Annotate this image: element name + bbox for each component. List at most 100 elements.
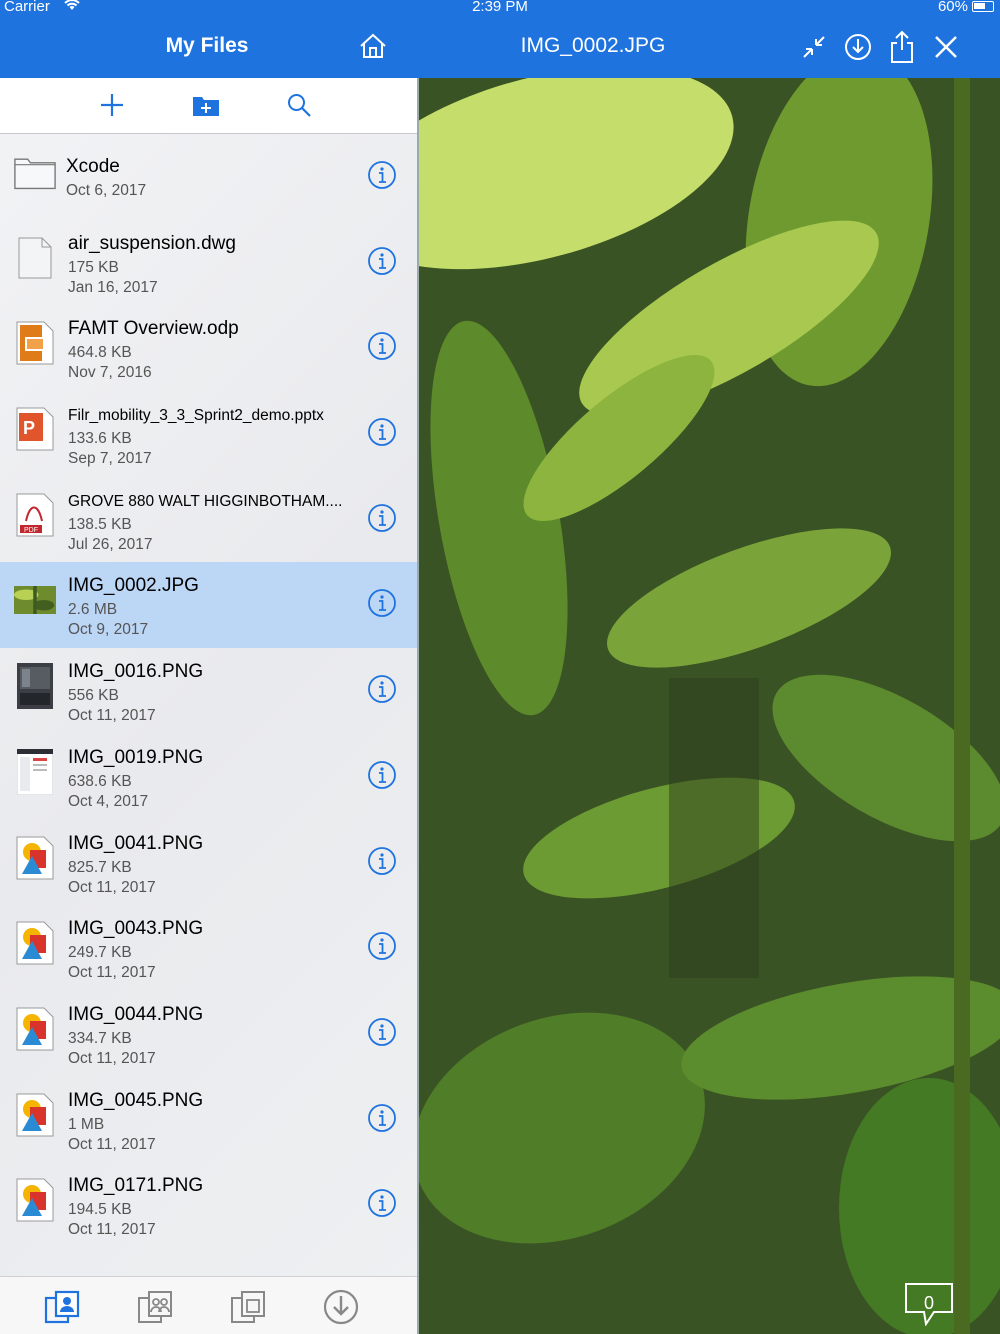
info-button[interactable] <box>367 1103 397 1133</box>
file-row[interactable]: FAMT Overview.odp 464.8 KB Nov 7, 2016 <box>0 305 417 391</box>
battery-icon <box>972 1 994 12</box>
image-file-icon <box>14 1091 56 1139</box>
file-name: IMG_0043.PNG <box>68 918 204 940</box>
file-size: 825.7 KB <box>68 858 132 876</box>
new-folder-icon <box>193 97 219 116</box>
info-icon <box>368 503 396 532</box>
file-meta: 2.6 MB Oct 9, 2017 <box>68 600 148 640</box>
file-browser-panel: Xcode Oct 6, 2017 air_suspension.dwg 175 KB… <box>0 78 417 1334</box>
svg-text:PDF: PDF <box>24 527 38 534</box>
share-button[interactable] <box>888 30 916 64</box>
info-button[interactable] <box>367 417 397 447</box>
file-row[interactable]: IMG_0044.PNG 334.7 KB Oct 11, 2017 <box>0 991 417 1077</box>
file-date: Oct 11, 2017 <box>68 878 156 896</box>
file-meta: 133.6 KB Sep 7, 2017 <box>68 429 152 469</box>
file-date: Jul 26, 2017 <box>68 535 153 553</box>
tab-net-folders[interactable] <box>228 1287 268 1327</box>
info-icon <box>368 418 396 446</box>
battery-indicator: 60% <box>938 0 994 15</box>
collapse-button[interactable] <box>800 30 828 64</box>
add-button[interactable] <box>97 90 127 120</box>
file-row[interactable]: PDF GROVE 880 WALT HIGGINBOTHAM.... 138.5 … <box>0 477 417 563</box>
file-size: 138.5 KB <box>68 515 132 533</box>
battery-percent: 60% <box>937 0 968 15</box>
file-row[interactable]: IMG_0041.PNG 825.7 KB Oct 11, 2017 <box>0 820 417 906</box>
file-row[interactable]: IMG_0019.PNG 638.6 KB Oct 4, 2017 <box>0 734 417 820</box>
info-button[interactable] <box>367 674 397 704</box>
file-row[interactable]: IMG_0171.PNG 194.5 KB Oct 11, 2017 <box>0 1162 417 1248</box>
info-icon <box>368 1103 396 1132</box>
tab-downloads[interactable] <box>321 1287 361 1327</box>
file-name: IMG_0002.JPG <box>68 575 199 597</box>
file-date: Oct 11, 2017 <box>68 707 156 725</box>
image-file-icon <box>14 1176 56 1224</box>
download-button[interactable] <box>844 30 872 64</box>
file-date: Oct 11, 2017 <box>68 1049 156 1067</box>
folder-icon <box>14 148 56 196</box>
file-meta: 175 KB Jan 16, 2017 <box>68 258 158 298</box>
pdf-file-icon: PDF <box>14 491 56 539</box>
file-size: 1 MB <box>68 1115 105 1133</box>
my-files-icon <box>44 1290 80 1324</box>
collapse-icon <box>803 36 825 58</box>
preview-title: IMG_0002.JPG <box>520 34 666 57</box>
tab-shared-with-me[interactable] <box>135 1287 175 1327</box>
new-folder-button[interactable] <box>191 90 221 120</box>
info-button[interactable] <box>367 331 397 361</box>
info-button[interactable] <box>367 846 397 876</box>
file-name: air_suspension.dwg <box>68 232 236 254</box>
info-button[interactable] <box>367 931 397 961</box>
file-size: 334.7 KB <box>68 1029 132 1047</box>
search-icon <box>288 94 311 117</box>
home-button[interactable] <box>358 32 392 62</box>
top-bar: Carrier 2:39 PM 60% My Files IMG_0002.JP… <box>0 0 1000 78</box>
file-size: 194.5 KB <box>68 1201 132 1219</box>
home-icon <box>360 33 386 58</box>
file-row[interactable]: air_suspension.dwg 175 KB Jan 16, 2017 <box>0 220 417 306</box>
nav-title: My Files <box>165 34 249 57</box>
info-button[interactable] <box>367 503 397 533</box>
file-meta: 556 KB Oct 11, 2017 <box>68 686 156 726</box>
tab-my-files[interactable] <box>42 1287 82 1327</box>
file-name: IMG_0016.PNG <box>68 661 204 683</box>
info-button[interactable] <box>367 1017 397 1047</box>
file-size: 638.6 KB <box>68 772 132 790</box>
file-date: Nov 7, 2016 <box>68 364 152 382</box>
file-row[interactable]: IMG_0002.JPG 2.6 MB Oct 9, 2017 <box>0 562 417 649</box>
info-button[interactable] <box>367 246 397 276</box>
info-icon <box>368 161 396 189</box>
share-icon <box>891 30 913 63</box>
info-icon <box>368 1189 396 1218</box>
file-name: IMG_0041.PNG <box>68 832 204 854</box>
file-row[interactable]: IMG_0016.PNG 556 KB Oct 11, 2017 <box>0 648 417 734</box>
image-file-icon <box>14 919 56 967</box>
file-row[interactable]: IMG_0043.PNG 249.7 KB Oct 11, 2017 <box>0 905 417 991</box>
folder-row[interactable]: Xcode Oct 6, 2017 <box>0 134 417 220</box>
info-button[interactable] <box>367 588 397 618</box>
file-meta: 194.5 KB Oct 11, 2017 <box>68 1200 156 1240</box>
info-button[interactable] <box>367 160 397 190</box>
bottom-tab-bar <box>0 1276 417 1334</box>
file-date: Oct 6, 2017 <box>66 182 147 199</box>
file-size: 556 KB <box>68 687 119 705</box>
download-circle-icon <box>845 34 871 60</box>
file-date: Oct 9, 2017 <box>68 621 149 639</box>
file-name: IMG_0045.PNG <box>68 1089 204 1111</box>
search-button[interactable] <box>284 90 314 120</box>
file-name: GROVE 880 WALT HIGGINBOTHAM.... <box>68 492 343 510</box>
file-date: Jan 16, 2017 <box>68 278 158 296</box>
file-size: 464.8 KB <box>68 344 132 362</box>
file-meta: 138.5 KB Jul 26, 2017 <box>68 515 152 555</box>
close-button[interactable] <box>932 30 960 64</box>
info-icon <box>368 675 396 704</box>
file-row[interactable]: IMG_0045.PNG 1 MB Oct 11, 2017 <box>0 1077 417 1163</box>
file-name: IMG_0171.PNG <box>68 1175 204 1197</box>
file-date: Oct 11, 2017 <box>68 1221 156 1239</box>
info-button[interactable] <box>367 1188 397 1218</box>
info-icon <box>368 932 396 961</box>
info-button[interactable] <box>367 760 397 790</box>
info-icon <box>368 246 396 275</box>
screen-light-file-icon <box>14 748 56 796</box>
file-toolbar <box>0 78 417 134</box>
file-row[interactable]: P Filr_mobility_3_3_Sprint2_demo.pptx 133.… <box>0 391 417 477</box>
